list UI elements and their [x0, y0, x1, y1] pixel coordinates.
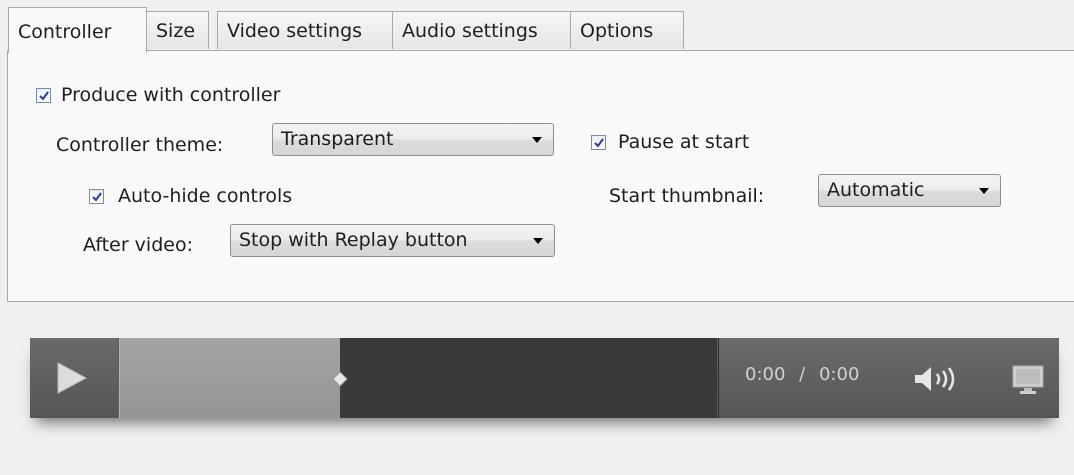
controller-theme-label: Controller theme:: [56, 134, 224, 156]
tab-audio-settings[interactable]: Audio settings: [392, 11, 571, 49]
after-video-label: After video:: [83, 234, 193, 256]
fullscreen-icon[interactable]: [1011, 364, 1045, 396]
auto-hide-controls-label: Auto-hide controls: [118, 185, 293, 207]
time-display: 0:00 / 0:00: [745, 364, 859, 385]
start-thumbnail-value: Automatic: [827, 179, 925, 201]
tab-strip: Controller Size Video settings Audio set…: [0, 0, 1074, 53]
tab-controller[interactable]: Controller: [8, 7, 147, 53]
pause-at-start-label: Pause at start: [618, 131, 750, 153]
progress-played: [119, 338, 341, 418]
after-video-value: Stop with Replay button: [239, 229, 468, 251]
controller-theme-value: Transparent: [281, 128, 394, 150]
current-time: 0:00: [745, 364, 786, 385]
video-player-preview: 0:00 / 0:00: [30, 338, 1059, 418]
start-thumbnail-dropdown[interactable]: Automatic: [818, 174, 1001, 207]
play-button[interactable]: [30, 338, 118, 418]
seek-handle[interactable]: [332, 371, 348, 387]
tab-options[interactable]: Options: [570, 11, 684, 49]
produce-with-controller-checkbox[interactable]: [36, 88, 51, 103]
player-controls-right: 0:00 / 0:00: [718, 338, 1059, 418]
volume-icon[interactable]: [912, 364, 968, 394]
produce-with-controller-label: Produce with controller: [61, 84, 281, 106]
time-separator: /: [799, 364, 806, 385]
chevron-down-icon: [979, 188, 989, 194]
total-time: 0:00: [818, 364, 860, 385]
start-thumbnail-label: Start thumbnail:: [609, 185, 765, 207]
chevron-down-icon: [533, 238, 543, 244]
tab-video-settings[interactable]: Video settings: [217, 11, 393, 49]
controller-theme-dropdown[interactable]: Transparent: [272, 123, 554, 156]
controller-settings-panel: Produce with controller Controller theme…: [7, 50, 1074, 302]
progress-remaining: [340, 338, 717, 418]
auto-hide-controls-checkbox[interactable]: [89, 189, 104, 204]
play-icon: [57, 362, 87, 394]
pause-at-start-checkbox[interactable]: [591, 135, 606, 150]
tab-size[interactable]: Size: [146, 11, 209, 49]
chevron-down-icon: [532, 137, 542, 143]
after-video-dropdown[interactable]: Stop with Replay button: [230, 224, 555, 257]
